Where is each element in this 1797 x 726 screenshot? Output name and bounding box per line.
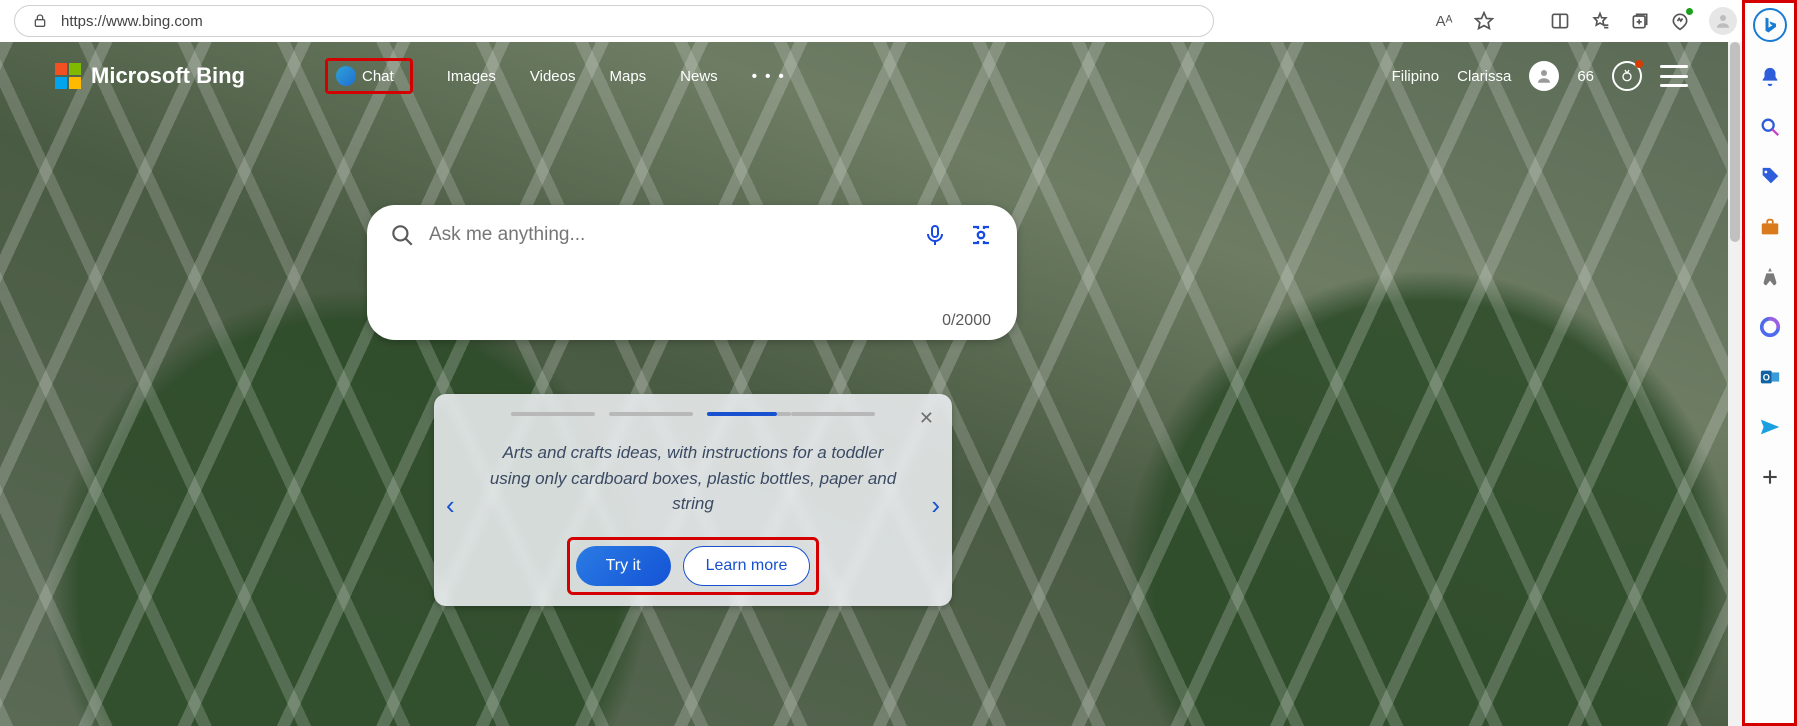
scrollbar-thumb[interactable] [1730, 42, 1740, 242]
try-it-button[interactable]: Try it [576, 546, 671, 586]
voice-search-icon[interactable] [921, 221, 949, 249]
address-bar[interactable] [14, 5, 1214, 37]
highlight-buttons: Try it Learn more [567, 537, 820, 595]
bing-header: Microsoft Bing Chat Images Videos Maps N… [0, 53, 1728, 99]
carousel-indicators [478, 412, 908, 416]
microsoft-logo-icon [55, 63, 81, 89]
url-input[interactable] [61, 13, 1199, 30]
sidebar-bing-icon[interactable] [1753, 8, 1787, 42]
collections-icon[interactable] [1629, 10, 1651, 32]
favorite-icon[interactable] [1473, 10, 1495, 32]
header-right: Filipino Clarissa 66 [1392, 61, 1688, 91]
search-input[interactable] [429, 224, 907, 246]
carousel-dot-1[interactable] [511, 412, 595, 416]
carousel-dot-4[interactable] [791, 412, 875, 416]
edge-sidebar: O [1742, 0, 1797, 726]
sidebar-notifications-icon[interactable] [1755, 62, 1785, 92]
favorites-list-icon[interactable] [1589, 10, 1611, 32]
bing-logo[interactable]: Microsoft Bing [55, 63, 245, 89]
svg-text:O: O [1763, 373, 1770, 383]
nav-chat-label: Chat [362, 68, 394, 85]
carousel-dot-2[interactable] [609, 412, 693, 416]
carousel-text: Arts and crafts ideas, with instructions… [478, 440, 908, 517]
carousel-dot-3[interactable] [707, 412, 777, 416]
sidebar-tools-icon[interactable] [1755, 212, 1785, 242]
close-icon[interactable]: ✕ [919, 408, 934, 429]
browser-actions: Aᴬ ⋯ [1427, 7, 1783, 35]
search-icon [389, 222, 415, 248]
sidebar-add-icon[interactable] [1755, 462, 1785, 492]
nav-maps[interactable]: Maps [609, 68, 646, 85]
highlight-chat: Chat [325, 58, 413, 94]
hamburger-menu-icon[interactable] [1660, 65, 1688, 87]
sidebar-send-icon[interactable] [1755, 412, 1785, 442]
sidebar-games-icon[interactable] [1755, 262, 1785, 292]
nav-more[interactable]: • • • [752, 68, 786, 85]
brand-text: Microsoft Bing [91, 63, 245, 89]
sidebar-outlook-icon[interactable]: O [1755, 362, 1785, 392]
learn-more-button[interactable]: Learn more [683, 546, 811, 586]
nav-links: Chat Images Videos Maps News • • • [325, 58, 786, 94]
nav-videos[interactable]: Videos [530, 68, 576, 85]
background-overlay [0, 42, 1742, 726]
chat-icon [336, 66, 356, 86]
read-aloud-icon[interactable]: Aᴬ [1433, 10, 1455, 32]
sidebar-m365-icon[interactable] [1755, 312, 1785, 342]
profile-avatar-icon[interactable] [1709, 7, 1737, 35]
sidebar-search-icon[interactable] [1755, 112, 1785, 142]
image-search-icon[interactable] [967, 221, 995, 249]
language-label[interactable]: Filipino [1392, 68, 1440, 85]
sidebar-shopping-tag-icon[interactable] [1755, 162, 1785, 192]
split-screen-icon[interactable] [1549, 10, 1571, 32]
user-avatar-icon[interactable] [1529, 61, 1559, 91]
shopping-icon[interactable] [1669, 10, 1691, 32]
nav-news[interactable]: News [680, 68, 718, 85]
site-info-icon[interactable] [29, 10, 51, 32]
page-scrollbar[interactable] [1728, 42, 1742, 726]
carousel-prev-icon[interactable]: ‹ [446, 490, 455, 521]
character-count: 0/2000 [389, 312, 995, 330]
nav-images[interactable]: Images [447, 68, 496, 85]
page-viewport: Microsoft Bing Chat Images Videos Maps N… [0, 42, 1742, 726]
suggestion-carousel: ✕ ‹ › Arts and crafts ideas, with instru… [434, 394, 952, 606]
carousel-next-icon[interactable]: › [931, 490, 940, 521]
search-box: 0/2000 [367, 205, 1017, 340]
browser-toolbar: Aᴬ ⋯ [0, 0, 1797, 42]
user-name[interactable]: Clarissa [1457, 68, 1511, 85]
nav-chat[interactable]: Chat [334, 64, 404, 88]
rewards-points[interactable]: 66 [1577, 68, 1594, 85]
rewards-icon[interactable] [1612, 61, 1642, 91]
